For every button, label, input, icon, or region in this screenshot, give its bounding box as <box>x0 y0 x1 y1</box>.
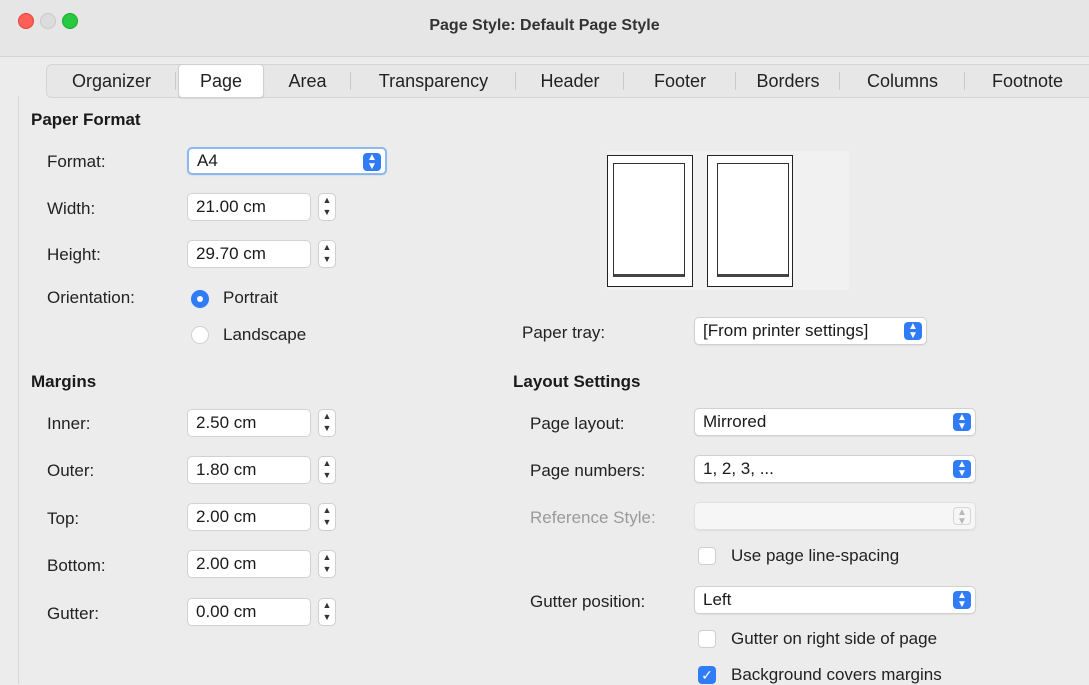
tab-footnote[interactable]: Footnote <box>965 65 1089 97</box>
bottom-margin-label: Bottom: <box>47 556 106 575</box>
gutter-input[interactable]: 0.00 cm <box>187 598 311 626</box>
height-input[interactable]: 29.70 cm <box>187 240 311 268</box>
page-numbers-value: 1, 2, 3, ... <box>703 459 774 478</box>
window-title: Page Style: Default Page Style <box>429 17 660 34</box>
chevron-up-down-icon: ▲ ▼ <box>363 153 381 172</box>
landscape-label[interactable]: Landscape <box>223 325 306 345</box>
format-select[interactable]: A4 ▲ ▼ <box>187 147 387 175</box>
chevron-up-down-icon: ▲ ▼ <box>953 507 971 527</box>
reference-style-select[interactable]: ▲ ▼ <box>694 502 976 530</box>
page-layout-select[interactable]: Mirrored ▲ ▼ <box>694 408 976 436</box>
inner-margin-label: Inner: <box>47 414 91 433</box>
use-line-spacing-label[interactable]: Use page line-spacing <box>731 546 899 566</box>
outer-margin-label: Outer: <box>47 461 95 480</box>
tab-page[interactable]: Page <box>178 64 264 98</box>
width-stepper[interactable]: ▲ ▼ <box>318 193 336 221</box>
gutter-position-label: Gutter position: <box>530 592 646 611</box>
left-page-preview <box>607 155 693 287</box>
bottom-margin-input[interactable]: 2.00 cm <box>187 550 311 578</box>
layout-settings-heading: Layout Settings <box>513 372 641 391</box>
orientation-label: Orientation: <box>47 288 135 307</box>
use-line-spacing-checkbox[interactable] <box>698 547 716 565</box>
portrait-radio[interactable] <box>191 290 209 308</box>
top-margin-label: Top: <box>47 509 80 528</box>
gutter-stepper[interactable]: ▲ ▼ <box>318 598 336 626</box>
tab-footer[interactable]: Footer <box>624 65 736 97</box>
tab-transparency[interactable]: Transparency <box>351 65 516 97</box>
format-label: Format: <box>47 152 106 171</box>
paper-tray-select[interactable]: [From printer settings] ▲ ▼ <box>694 317 927 345</box>
width-input[interactable]: 21.00 cm <box>187 193 311 221</box>
page-preview <box>607 151 849 290</box>
portrait-label[interactable]: Portrait <box>223 288 278 308</box>
tab-borders[interactable]: Borders <box>736 65 840 97</box>
gutter-position-value: Left <box>703 590 732 609</box>
chevron-up-down-icon: ▲ ▼ <box>953 413 971 432</box>
background-margins-label[interactable]: Background covers margins <box>731 665 942 685</box>
page-layout-value: Mirrored <box>703 412 767 431</box>
gutter-right-label[interactable]: Gutter on right side of page <box>731 629 937 649</box>
top-margin-stepper[interactable]: ▲ ▼ <box>318 503 336 531</box>
gutter-right-checkbox[interactable] <box>698 630 716 648</box>
outer-margin-input[interactable]: 1.80 cm <box>187 456 311 484</box>
top-margin-input[interactable]: 2.00 cm <box>187 503 311 531</box>
right-page-preview <box>707 155 793 287</box>
tab-area[interactable]: Area <box>264 65 351 97</box>
chevron-up-down-icon: ▲ ▼ <box>953 591 971 610</box>
chevron-up-down-icon: ▲ ▼ <box>904 322 922 341</box>
inner-margin-input[interactable]: 2.50 cm <box>187 409 311 437</box>
inner-margin-stepper[interactable]: ▲ ▼ <box>318 409 336 437</box>
outer-margin-stepper[interactable]: ▲ ▼ <box>318 456 336 484</box>
tab-header[interactable]: Header <box>516 65 624 97</box>
width-label: Width: <box>47 199 96 218</box>
tab-columns[interactable]: Columns <box>840 65 965 97</box>
bottom-margin-stepper[interactable]: ▲ ▼ <box>318 550 336 578</box>
reference-style-label: Reference Style: <box>530 508 656 527</box>
height-label: Height: <box>47 245 101 264</box>
paper-format-heading: Paper Format <box>31 110 141 129</box>
tab-organizer[interactable]: Organizer <box>47 65 176 97</box>
page-layout-label: Page layout: <box>530 414 625 433</box>
height-stepper[interactable]: ▲ ▼ <box>318 240 336 268</box>
format-value: A4 <box>197 151 218 170</box>
margins-heading: Margins <box>31 372 97 391</box>
title-bar: Page Style: Default Page Style <box>0 0 1089 57</box>
landscape-radio[interactable] <box>191 326 209 344</box>
paper-tray-label: Paper tray: <box>522 323 606 342</box>
paper-tray-value: [From printer settings] <box>703 321 869 340</box>
chevron-up-down-icon: ▲ ▼ <box>953 460 971 479</box>
gutter-label: Gutter: <box>47 604 99 623</box>
gutter-position-select[interactable]: Left ▲ ▼ <box>694 586 976 614</box>
page-numbers-label: Page numbers: <box>530 461 646 480</box>
background-margins-checkbox[interactable]: ✓ <box>698 666 716 684</box>
tab-bar: Organizer Page Area Transparency Header … <box>46 64 1089 98</box>
page-numbers-select[interactable]: 1, 2, 3, ... ▲ ▼ <box>694 455 976 483</box>
